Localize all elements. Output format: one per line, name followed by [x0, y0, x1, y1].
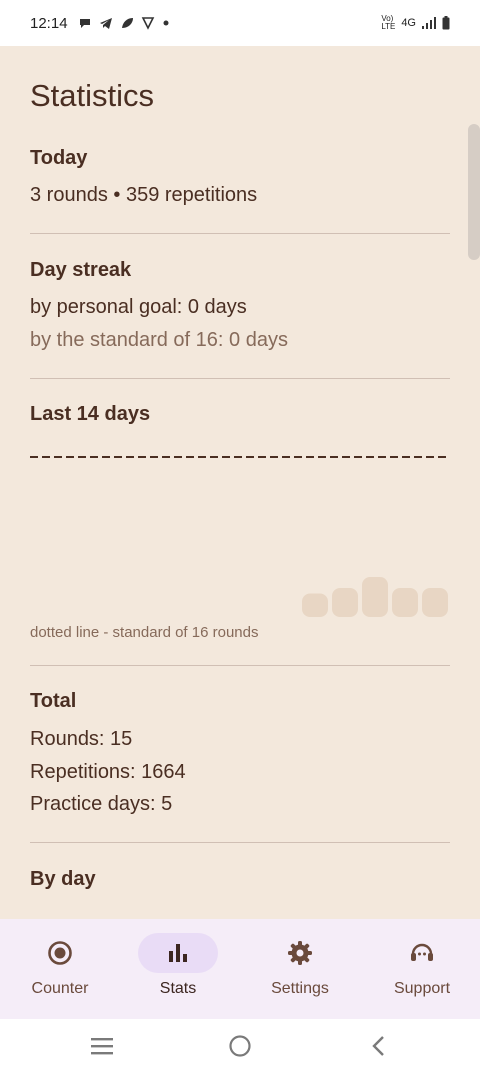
status-right: Vo) LTE 4G	[381, 15, 450, 31]
streak-title: Day streak	[30, 259, 132, 281]
status-bar: 12:14 Vo) LTE 4G	[0, 0, 480, 46]
leaf-icon	[121, 18, 133, 28]
nav-settings[interactable]: Settings	[240, 919, 360, 1019]
back-icon[interactable]	[368, 1034, 388, 1058]
nav-label: Counter	[31, 980, 89, 997]
bottom-navigation: Counter Stats Settings Support	[0, 919, 480, 1019]
today-title: Today	[30, 147, 88, 169]
scrollbar[interactable]	[468, 124, 480, 260]
target-icon	[48, 941, 72, 965]
battery-icon	[442, 16, 450, 30]
recents-icon[interactable]	[90, 1036, 114, 1056]
nav-label: Support	[393, 980, 451, 997]
volte-label: Vo) LTE	[381, 14, 396, 31]
notification-icons	[78, 16, 170, 30]
total-repetitions: Repetitions: 1664	[30, 761, 186, 783]
day-bar	[392, 588, 418, 617]
total-title: Total	[30, 690, 77, 712]
nav-counter[interactable]: Counter	[0, 919, 120, 1019]
network-label: 4G	[401, 17, 416, 29]
today-summary: 3 rounds • 359 repetitions	[30, 184, 258, 206]
support-icon	[411, 943, 433, 961]
home-icon[interactable]	[228, 1034, 252, 1058]
stats-content[interactable]: Statistics Today 3 rounds • 359 repetiti…	[0, 46, 480, 919]
signal-icon	[422, 17, 436, 29]
nav-label: Stats	[159, 980, 197, 997]
day-bar	[362, 577, 388, 617]
day-bar	[302, 593, 328, 617]
chart-caption: dotted line - standard of 16 rounds	[30, 624, 259, 641]
total-practice-days: Practice days: 5	[30, 793, 173, 815]
system-navigation	[0, 1019, 480, 1072]
gear-icon	[288, 941, 312, 965]
streak-standard: by the standard of 16: 0 days	[30, 329, 288, 351]
day-bar	[332, 588, 358, 617]
day-bar	[422, 588, 448, 617]
dot-icon	[163, 20, 169, 26]
last14-title: Last 14 days	[30, 403, 151, 425]
divider	[30, 665, 450, 666]
page-title: Statistics	[30, 78, 155, 113]
total-rounds: Rounds: 15	[30, 728, 133, 750]
nav-label: Settings	[271, 980, 329, 997]
nav-stats[interactable]: Stats	[118, 919, 238, 1019]
nav-support[interactable]: Support	[362, 919, 480, 1019]
by-day-title: By day	[30, 868, 96, 890]
status-time: 12:14	[30, 14, 68, 32]
telegram-icon	[99, 18, 112, 29]
shield-icon	[141, 17, 154, 30]
streak-personal: by personal goal: 0 days	[30, 296, 247, 318]
last14-chart	[30, 456, 450, 617]
divider	[30, 233, 450, 234]
divider	[30, 378, 450, 379]
divider	[30, 842, 450, 843]
bar-chart-icon	[169, 944, 187, 962]
chat-bubble-icon	[79, 19, 90, 28]
